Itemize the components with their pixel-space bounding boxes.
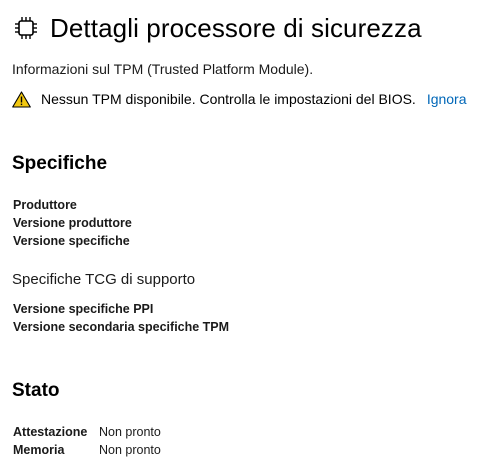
field-versione-produttore: Versione produttore <box>13 216 132 230</box>
section-title-stato: Stato <box>12 380 60 401</box>
field-versione-secondaria-tpm: Versione secondaria specifiche TPM <box>13 320 230 334</box>
field-produttore: Produttore <box>13 198 77 212</box>
status-label: Attestazione <box>13 425 88 439</box>
tcg-heading: Specifiche TCG di supporto <box>12 271 196 288</box>
status-label: Memoria <box>13 443 65 457</box>
warning-text: Nessun TPM disponibile. Controlla le imp… <box>41 91 416 107</box>
warning-icon <box>12 90 31 108</box>
status-row-memoria: Memoria Non pronto <box>13 443 161 457</box>
ignore-link[interactable]: Ignora <box>427 91 467 107</box>
status-row-attestazione: Attestazione Non pronto <box>13 425 161 439</box>
section-title-specifiche: Specifiche <box>12 153 108 174</box>
page-subtitle: Informazioni sul TPM (Trusted Platform M… <box>12 61 314 77</box>
field-versione-specifiche: Versione specifiche <box>13 234 130 248</box>
status-value: Non pronto <box>99 443 161 457</box>
page-header: Dettagli processore di sicurezza <box>12 10 422 46</box>
field-versione-ppi: Versione specifiche PPI <box>13 302 154 316</box>
page-title: Dettagli processore di sicurezza <box>50 12 422 43</box>
status-value: Non pronto <box>99 425 161 439</box>
chip-icon <box>12 14 40 42</box>
warning-banner: Nessun TPM disponibile. Controlla le imp… <box>12 89 467 109</box>
